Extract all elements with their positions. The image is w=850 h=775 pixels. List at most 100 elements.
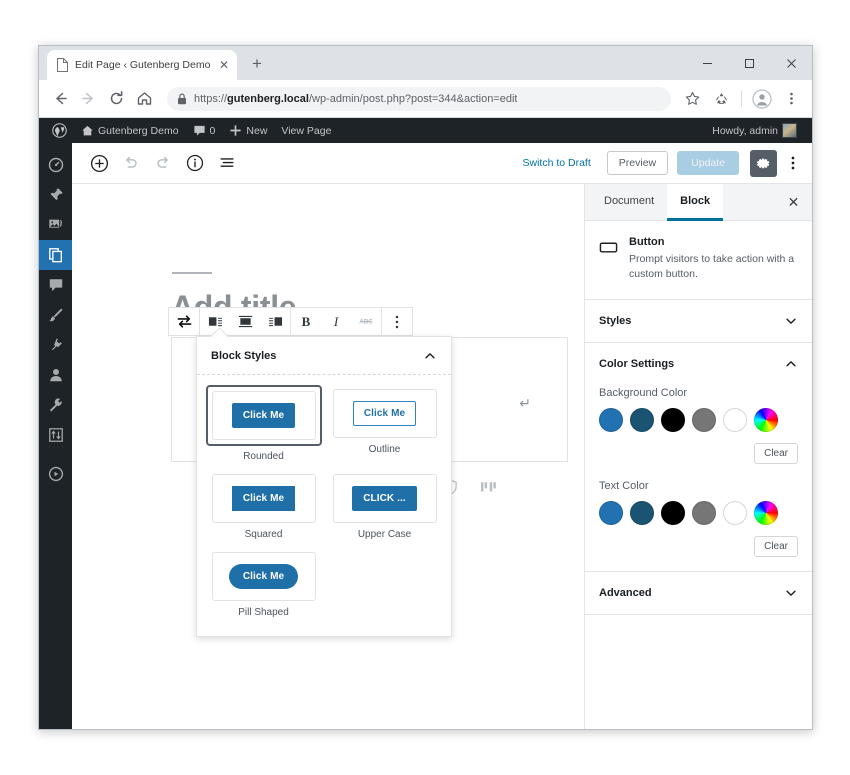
swatch-custom-color-picker[interactable] (754, 501, 778, 526)
clear-background-color-button[interactable]: Clear (754, 443, 798, 465)
strikethrough-icon: ABC (359, 319, 373, 326)
add-block-button[interactable] (84, 148, 114, 178)
block-style-option-upper-case[interactable]: CLICK ... Upper Case (324, 468, 445, 546)
account-menu-button[interactable]: Howdy, admin (705, 118, 804, 143)
chevron-up-icon[interactable] (784, 357, 798, 371)
url-domain: gutenberg.local (227, 92, 309, 105)
settings-gear-button[interactable] (750, 149, 777, 177)
swatch-gray[interactable] (692, 408, 716, 433)
swatch-gray[interactable] (692, 501, 716, 526)
content-info-button[interactable] (180, 148, 210, 178)
block-style-option-rounded[interactable]: Click Me Rounded (203, 383, 324, 468)
block-navigation-button[interactable] (212, 148, 242, 178)
browser-menu-icon[interactable] (778, 86, 804, 112)
window-close-button[interactable] (770, 47, 812, 80)
more-tools-button[interactable] (781, 149, 805, 177)
swatch-white[interactable] (723, 501, 747, 526)
style-preview: Click Me (211, 391, 316, 440)
tab-block[interactable]: Block (667, 184, 724, 221)
swatch-custom-color-picker[interactable] (754, 408, 778, 433)
block-more-options-button[interactable] (382, 308, 412, 335)
forward-button[interactable] (75, 86, 101, 112)
comments-button[interactable]: 0 (186, 118, 223, 143)
swatch-dark-blue[interactable] (630, 501, 654, 526)
editor-canvas[interactable]: Add title ↵ (72, 184, 584, 729)
sidebar-item-collapse[interactable] (39, 459, 72, 489)
window-minimize-button[interactable] (686, 47, 728, 80)
swatch-dark-blue[interactable] (630, 408, 654, 433)
sidebar-item-dashboard[interactable] (39, 150, 72, 180)
sidebar-item-plugins[interactable] (39, 330, 72, 360)
block-style-option-outline[interactable]: Click Me Outline (324, 383, 445, 468)
undo-button[interactable] (116, 148, 146, 178)
browser-tab[interactable]: Edit Page ‹ Gutenberg Demo — \ ✕ (47, 50, 237, 80)
style-button-sample: Click Me (228, 564, 299, 589)
new-tab-button[interactable]: + (244, 51, 270, 77)
profile-avatar-icon[interactable] (749, 86, 775, 112)
sidebar-item-posts[interactable] (39, 180, 72, 210)
preview-button[interactable]: Preview (606, 151, 669, 175)
style-preview-wrap: Click Me (332, 389, 437, 438)
swatch-black[interactable] (661, 501, 685, 526)
chevron-up-icon[interactable] (423, 349, 437, 363)
strikethrough-button[interactable]: ABC (351, 308, 381, 335)
style-preview-wrap: Click Me (205, 385, 322, 446)
block-card: Button Prompt visitors to take action wi… (585, 221, 812, 301)
bold-button[interactable]: B (291, 308, 321, 335)
sidebar-item-settings[interactable] (39, 420, 72, 450)
new-content-button[interactable]: New (222, 118, 274, 143)
block-style-option-squared[interactable]: Click Me Squared (203, 468, 324, 546)
panel-advanced-header[interactable]: Advanced (585, 572, 812, 614)
block-styles-popover: Block Styles Click Me Rounded Click Me O… (196, 336, 452, 637)
sidebar-item-pages[interactable] (39, 240, 77, 270)
chevron-down-icon[interactable] (784, 586, 798, 600)
align-center-button[interactable] (230, 308, 260, 335)
clear-text-color-button[interactable]: Clear (754, 536, 798, 558)
sidebar-item-media[interactable] (39, 210, 72, 240)
style-preview-wrap: Click Me (211, 552, 316, 601)
bookmark-star-icon[interactable] (679, 86, 705, 112)
view-page-button[interactable]: View Page (274, 118, 338, 143)
site-name-button[interactable]: Gutenberg Demo (74, 118, 186, 143)
wp-admin-sidebar (39, 143, 77, 729)
url-text: https://gutenberg.local/wp-admin/post.ph… (194, 93, 517, 105)
reload-button[interactable] (103, 86, 129, 112)
panel-color-settings-header[interactable]: Color Settings (585, 343, 812, 385)
update-button[interactable]: Update (677, 151, 739, 175)
background-color-swatches (599, 408, 798, 433)
sidebar-item-appearance[interactable] (39, 300, 72, 330)
panel-title: Styles (599, 315, 632, 328)
style-button-sample: CLICK ... (352, 486, 417, 511)
url-prefix: https:// (194, 92, 228, 105)
sidebar-item-comments[interactable] (39, 270, 72, 300)
italic-button[interactable]: I (321, 308, 351, 335)
extension-recycle-icon[interactable] (708, 86, 734, 112)
home-button[interactable] (131, 86, 157, 112)
wp-logo-button[interactable] (45, 118, 74, 143)
swatch-blue[interactable] (599, 408, 623, 433)
close-sidebar-button[interactable]: ✕ (775, 184, 812, 220)
chevron-down-icon[interactable] (784, 314, 798, 328)
sidebar-item-users[interactable] (39, 360, 72, 390)
block-card-description: Prompt visitors to take action with a cu… (629, 253, 795, 281)
comment-bubble-icon (193, 124, 206, 137)
window-maximize-button[interactable] (728, 47, 770, 80)
switch-to-draft-button[interactable]: Switch to Draft (513, 157, 601, 169)
transform-block-button[interactable] (169, 308, 199, 335)
url-bar[interactable]: https://gutenberg.local/wp-admin/post.ph… (167, 86, 671, 111)
block-styles-header[interactable]: Block Styles (197, 337, 451, 375)
block-style-option-pill-shaped[interactable]: Click Me Pill Shaped (203, 546, 324, 624)
back-button[interactable] (47, 86, 73, 112)
tab-close-icon[interactable]: ✕ (217, 58, 231, 72)
style-button-sample: Click Me (231, 486, 296, 511)
swatch-blue[interactable] (599, 501, 623, 526)
sidebar-item-tools[interactable] (39, 390, 72, 420)
panel-color-settings-body: Background Color Clear Text Color Clear (585, 387, 812, 571)
swatch-black[interactable] (661, 408, 685, 433)
quote-icon[interactable] (480, 479, 497, 495)
swatch-white[interactable] (723, 408, 747, 433)
redo-button[interactable] (148, 148, 178, 178)
panel-styles-header[interactable]: Styles (585, 300, 812, 342)
align-right-button[interactable] (260, 308, 290, 335)
tab-document[interactable]: Document (591, 184, 667, 221)
